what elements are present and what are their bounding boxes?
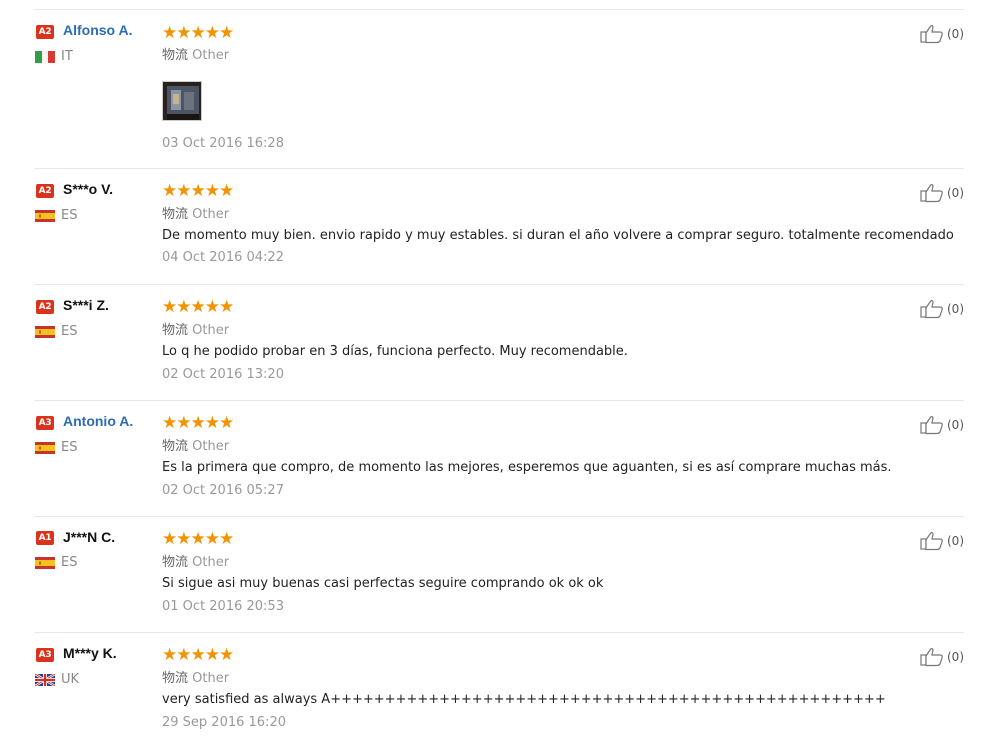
review-item: A3 M***y K. UK ★★★★★ 物流 Other very satis…: [34, 633, 964, 740]
logistics-label: 物流: [162, 207, 189, 222]
buyer-level-badge: A1: [36, 531, 54, 545]
thumbs-up-icon: [920, 531, 943, 551]
thumbs-up-icon: [920, 647, 943, 667]
helpful-count: (0): [947, 418, 964, 432]
star-rating: ★★★★★: [162, 181, 234, 201]
thumbs-up-icon: [920, 299, 943, 319]
review-date: 03 Oct 2016 16:28: [162, 136, 284, 151]
thumbs-up-icon: [920, 415, 943, 435]
logistics-info: 物流 Other: [162, 551, 229, 570]
buyer-name[interactable]: Alfonso A.: [63, 22, 132, 38]
helpful-count: (0): [947, 27, 964, 41]
star-rating: ★★★★★: [162, 297, 234, 317]
review-item: A1 J***N C. ES ★★★★★ 物流 Other Si sigue a…: [34, 517, 966, 633]
review-comment: De momento muy bien. envio rapido y muy …: [162, 228, 954, 243]
star-rating: ★★★★★: [162, 23, 234, 43]
uk-flag-icon: [35, 674, 55, 686]
italy-flag-icon: [35, 51, 55, 63]
spain-flag-icon: [35, 326, 55, 338]
helpful-button[interactable]: (0): [920, 24, 966, 44]
buyer-name[interactable]: Antonio A.: [63, 413, 133, 429]
helpful-count: (0): [947, 302, 964, 316]
review-comment: Lo q he podido probar en 3 días, funcion…: [162, 344, 628, 359]
logistics-info: 物流 Other: [162, 44, 229, 63]
logistics-value: Other: [192, 555, 230, 570]
review-item: A2 S***o V. ES ★★★★★ 物流 Other De momento…: [34, 169, 966, 285]
buyer-country: UK: [61, 672, 80, 687]
review-photo-image: [163, 82, 201, 120]
review-date: 02 Oct 2016 13:20: [162, 367, 284, 382]
star-rating: ★★★★★: [162, 413, 234, 433]
review-item: A3 Antonio A. ES ★★★★★ 物流 Other Es la pr…: [34, 401, 966, 517]
buyer-name: J***N C.: [63, 529, 116, 545]
review-photo-thumbnail[interactable]: [162, 81, 202, 121]
buyer-level-badge: A2: [36, 300, 54, 314]
review-date: 01 Oct 2016 20:53: [162, 599, 284, 614]
spain-flag-icon: [35, 210, 55, 222]
buyer-country: IT: [61, 49, 73, 64]
helpful-button[interactable]: (0): [920, 183, 966, 203]
logistics-label: 物流: [162, 439, 189, 454]
logistics-info: 物流 Other: [162, 203, 229, 222]
logistics-value: Other: [192, 207, 230, 222]
helpful-count: (0): [947, 650, 964, 664]
thumbs-up-icon: [920, 183, 943, 203]
buyer-country: ES: [61, 555, 78, 570]
star-rating: ★★★★★: [162, 645, 234, 665]
review-comment: Es la primera que compro, de momento las…: [162, 460, 892, 475]
review-date: 02 Oct 2016 05:27: [162, 483, 284, 498]
spain-flag-icon: [35, 442, 55, 454]
logistics-label: 物流: [162, 48, 189, 63]
logistics-value: Other: [192, 439, 230, 454]
helpful-button[interactable]: (0): [920, 299, 966, 319]
review-item: A2 Alfonso A. IT ★★★★★ 物流 Other 03 Oct 2…: [34, 0, 966, 169]
helpful-button[interactable]: (0): [920, 415, 966, 435]
buyer-level-badge: A3: [36, 416, 54, 430]
helpful-count: (0): [947, 534, 964, 548]
review-date: 04 Oct 2016 04:22: [162, 250, 284, 265]
logistics-value: Other: [192, 48, 230, 63]
review-comment: Si sigue asi muy buenas casi perfectas s…: [162, 576, 604, 591]
thumbs-up-icon: [920, 24, 943, 44]
review-comment: very satisfied as always A++++++++++++++…: [162, 692, 886, 707]
logistics-info: 物流 Other: [162, 667, 229, 686]
buyer-country: ES: [61, 208, 78, 223]
spain-flag-icon: [35, 557, 55, 569]
star-rating: ★★★★★: [162, 529, 234, 549]
buyer-level-badge: A3: [36, 648, 54, 662]
buyer-level-badge: A2: [36, 25, 54, 39]
review-date: 29 Sep 2016 16:20: [162, 715, 286, 730]
buyer-name: S***o V.: [63, 181, 114, 197]
logistics-value: Other: [192, 323, 230, 338]
buyer-country: ES: [61, 324, 78, 339]
review-item: A2 S***i Z. ES ★★★★★ 物流 Other Lo q he po…: [34, 285, 966, 401]
logistics-label: 物流: [162, 323, 189, 338]
logistics-info: 物流 Other: [162, 319, 229, 338]
logistics-label: 物流: [162, 555, 189, 570]
logistics-info: 物流 Other: [162, 435, 229, 454]
buyer-name: S***i Z.: [63, 297, 109, 313]
logistics-value: Other: [192, 671, 230, 686]
buyer-level-badge: A2: [36, 184, 54, 198]
helpful-button[interactable]: (0): [920, 647, 966, 667]
logistics-label: 物流: [162, 671, 189, 686]
buyer-name: M***y K.: [63, 645, 117, 661]
helpful-button[interactable]: (0): [920, 531, 966, 551]
helpful-count: (0): [947, 186, 964, 200]
buyer-country: ES: [61, 440, 78, 455]
